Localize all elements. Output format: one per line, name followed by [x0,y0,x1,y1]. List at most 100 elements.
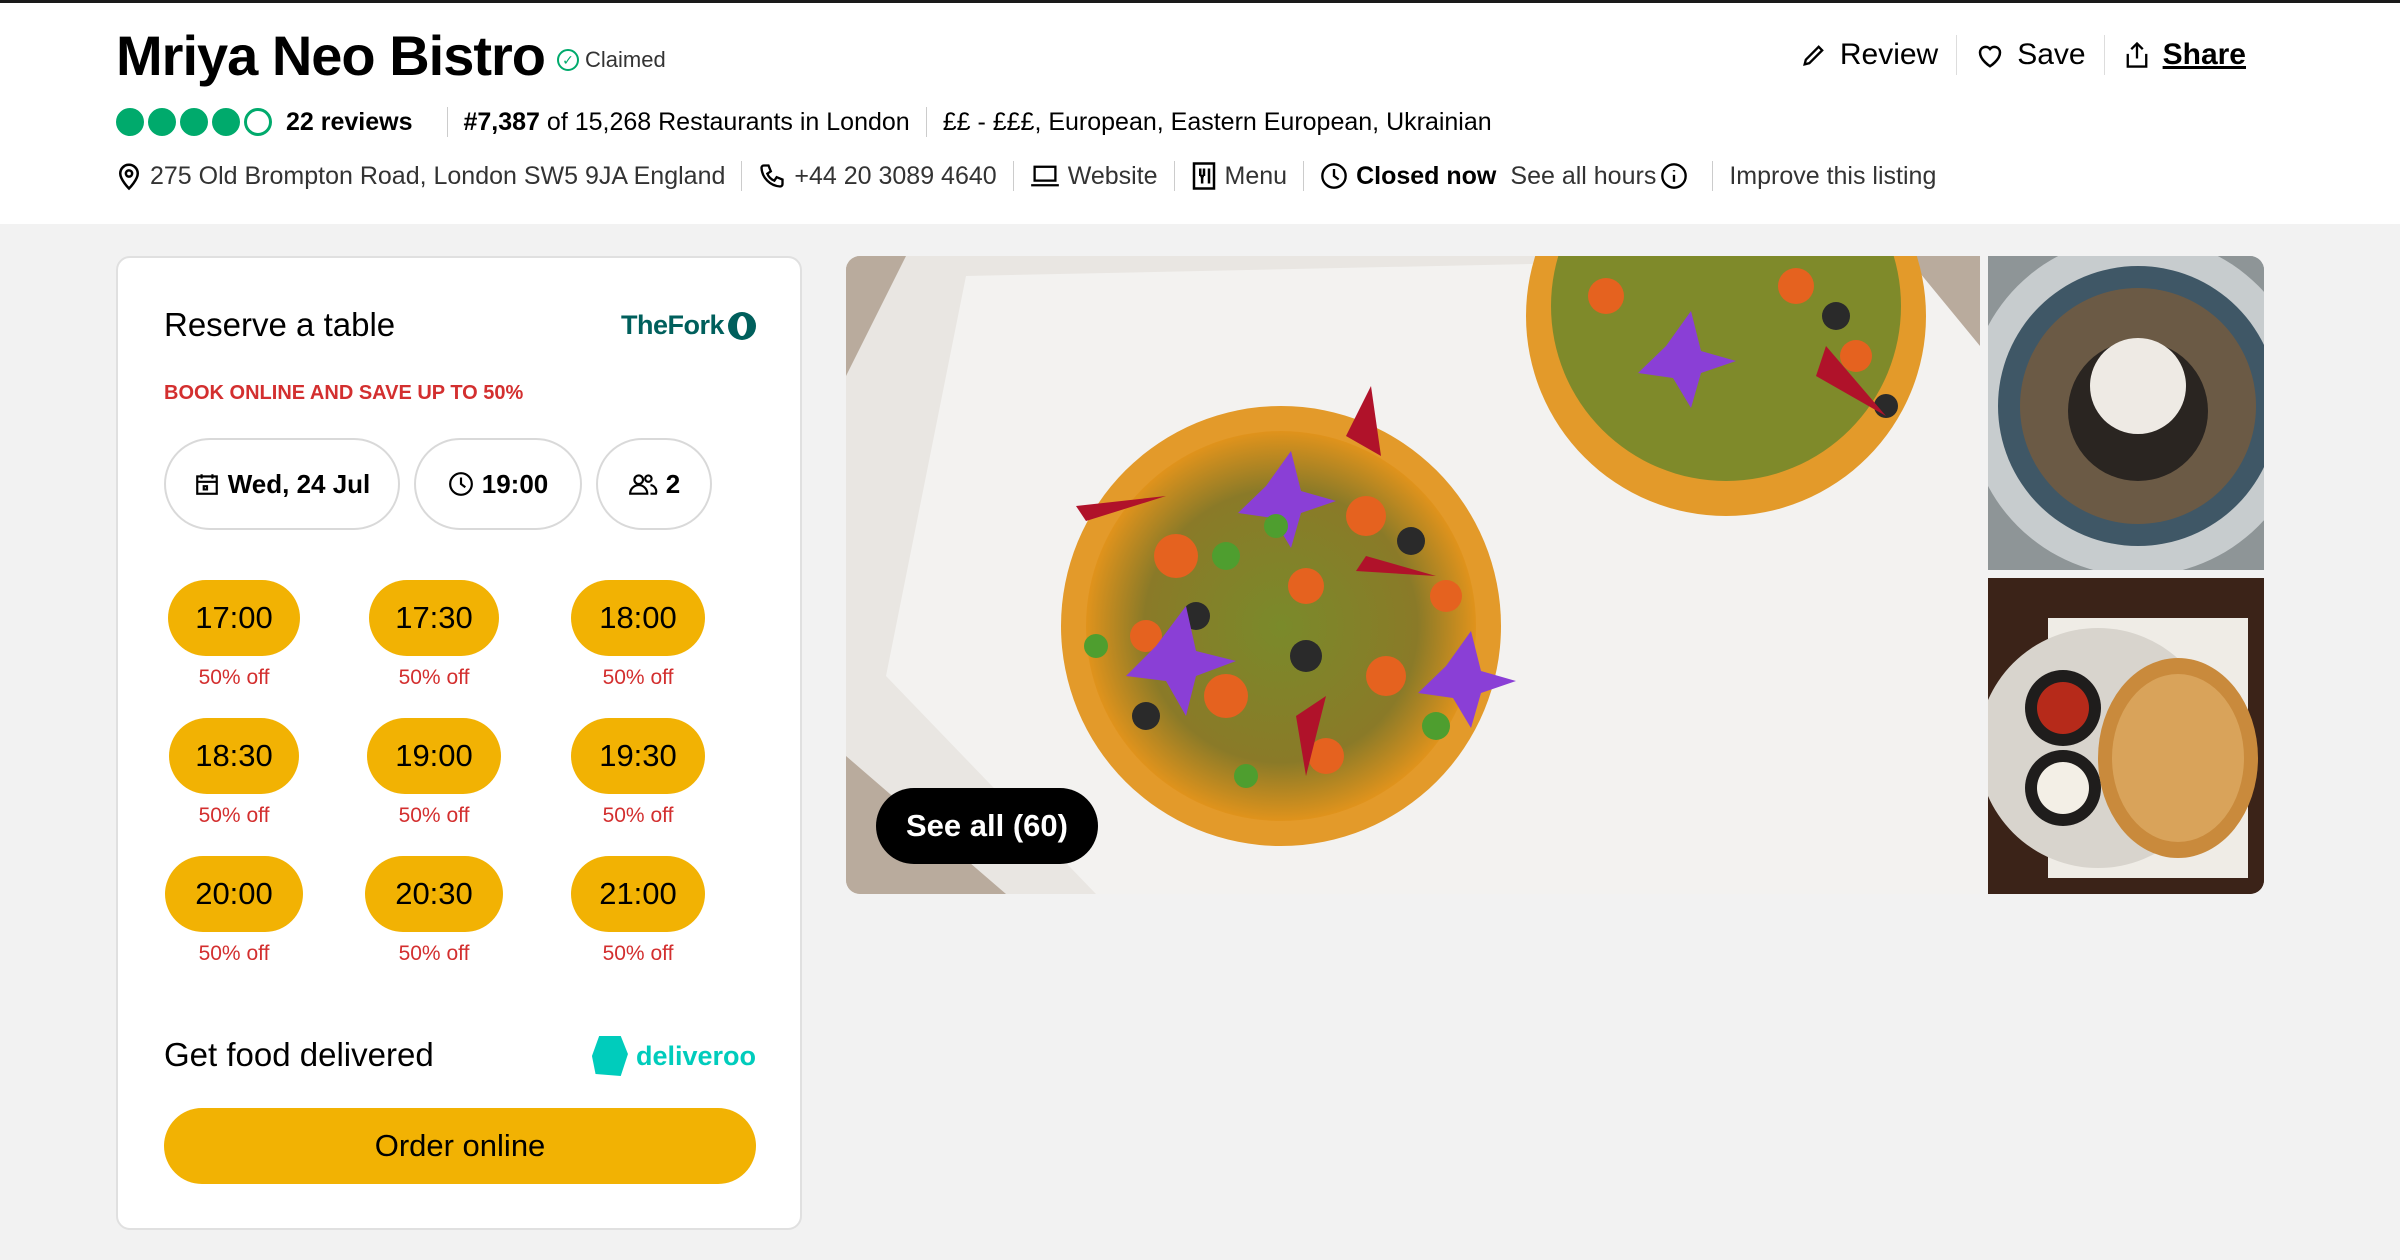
reservation-card: Reserve a table TheFork BOOK ONLINE AND … [116,256,802,1230]
time-slot-button[interactable]: 18:30 [169,718,299,794]
party-size-picker[interactable]: 2 [596,438,712,530]
thumbnail-photo-soup[interactable] [1988,256,2264,570]
deliveroo-logo: deliveroo [591,1036,756,1076]
discount-label: 50% off [398,666,470,689]
people-icon [628,474,658,495]
time-slot[interactable]: 18:30 50% off [164,718,304,828]
laptop-icon [1030,165,1059,187]
time-slot-button[interactable]: 20:30 [365,856,503,932]
share-button[interactable]: Share [2105,33,2264,77]
rank-text: of 15,268 Restaurants in London [546,107,910,136]
discount-label: 50% off [398,942,470,965]
save-label: Save [2017,38,2086,71]
order-online-button[interactable]: Order online [164,1108,756,1184]
check-circle-icon: ✓ [557,49,579,71]
rating-row: 22 reviews #7,387 of 15,268 Restaurants … [116,107,1492,137]
time-slot-button[interactable]: 17:30 [369,580,499,656]
time-slot-button[interactable]: 18:00 [571,580,705,656]
thefork-leaf-icon [728,311,756,340]
share-label: Share [2162,38,2246,71]
time-slot[interactable]: 20:30 50% off [364,856,504,966]
delivery-title: Get food delivered [164,1036,434,1073]
discount-label: 50% off [198,942,270,965]
address-link[interactable]: 275 Old Brompton Road, London SW5 9JA En… [116,161,725,191]
time-slot[interactable]: 18:00 50% off [568,580,708,690]
divider [1712,161,1714,191]
see-all-photos-button[interactable]: See all (60) [876,788,1098,864]
rating-bubble-full [180,108,208,136]
divider [1303,161,1305,191]
improve-listing-link[interactable]: Improve this listing [1729,162,1936,191]
pencil-icon [1802,45,1824,66]
date-picker[interactable]: Wed, 24 Jul [164,438,400,530]
time-slot[interactable]: 17:00 50% off [164,580,304,690]
claimed-label: Claimed [585,47,666,72]
title-row: Mriya Neo Bistro ✓ Claimed [116,25,666,87]
bowl-illustration [1988,256,2264,570]
main-food-photo[interactable]: See all (60) [846,256,1980,894]
rank-number: #7,387 [463,107,540,136]
divider [741,161,743,191]
time-slot-button[interactable]: 19:30 [571,718,705,794]
time-slot-button[interactable]: 20:00 [165,856,303,932]
time-slot-button[interactable]: 19:00 [367,718,501,794]
discount-label: 50% off [602,666,674,689]
divider [446,107,448,137]
map-pin-icon [118,163,140,191]
time-slot-button[interactable]: 17:00 [168,580,300,656]
ranking-link[interactable]: #7,387 of 15,268 Restaurants in London [464,108,910,137]
review-button[interactable]: Review [1782,33,1956,77]
party-value: 2 [665,468,681,499]
time-slot[interactable]: 19:30 50% off [568,718,708,828]
time-slot[interactable]: 19:00 50% off [364,718,504,828]
time-picker[interactable]: 19:00 [414,438,582,530]
save-button[interactable]: Save [1957,33,2103,77]
clock-icon [448,472,473,496]
hours-info[interactable]: Closed now See all hours [1320,162,1696,191]
see-all-hours-link[interactable]: See all hours [1510,162,1656,191]
discount-label: 50% off [198,666,270,689]
date-value: Wed, 24 Jul [227,468,371,499]
review-label: Review [1839,38,1939,71]
thumbnail-photo-schnitzel[interactable] [1988,578,2264,894]
divider [1012,161,1014,191]
share-icon [2126,41,2147,68]
rating-bubble-full [148,108,176,136]
info-icon[interactable] [1660,162,1688,190]
divider [1173,161,1175,191]
rating-bubble-full [116,108,144,136]
reserve-title: Reserve a table [164,306,396,343]
deliveroo-wordmark: deliveroo [635,1040,756,1071]
time-slot[interactable]: 20:00 50% off [164,856,304,966]
time-slot[interactable]: 21:00 50% off [568,856,708,966]
thefork-logo: TheFork [621,310,756,341]
discount-label: 50% off [198,804,270,827]
heart-icon [1978,45,2002,68]
photo-gallery: See all (60) [846,256,2264,894]
website-text: Website [1067,161,1158,190]
time-slot-button[interactable]: 21:00 [571,856,705,932]
plate-illustration [1988,578,2264,894]
reservation-selectors: Wed, 24 Jul 19:00 2 [164,438,726,530]
divider [925,107,927,137]
listing-header: Mriya Neo Bistro ✓ Claimed Review Save S… [0,0,2400,224]
claimed-badge[interactable]: ✓ Claimed [557,47,666,73]
rating-bubble-full [212,108,240,136]
thefork-wordmark: TheFork [620,310,725,340]
address-text: 275 Old Brompton Road, London SW5 9JA En… [150,161,726,190]
website-link[interactable]: Website [1030,162,1158,191]
menu-book-icon [1192,162,1215,190]
discount-label: 50% off [398,804,470,827]
price-cuisines[interactable]: ££ - £££, European, Eastern European, Uk… [943,108,1492,137]
phone-text: +44 20 3089 4640 [794,161,997,190]
menu-link[interactable]: Menu [1191,161,1287,191]
rating-bubble-empty [244,108,272,136]
restaurant-name: Mriya Neo Bistro [116,24,546,87]
time-value: 19:00 [481,468,549,499]
phone-link[interactable]: +44 20 3089 4640 [758,161,997,191]
discount-label: 50% off [602,804,674,827]
details-row: 275 Old Brompton Road, London SW5 9JA En… [116,161,1936,191]
reviews-link[interactable]: 22 reviews [286,108,413,137]
time-slot[interactable]: 17:30 50% off [364,580,504,690]
phone-icon [760,164,785,188]
